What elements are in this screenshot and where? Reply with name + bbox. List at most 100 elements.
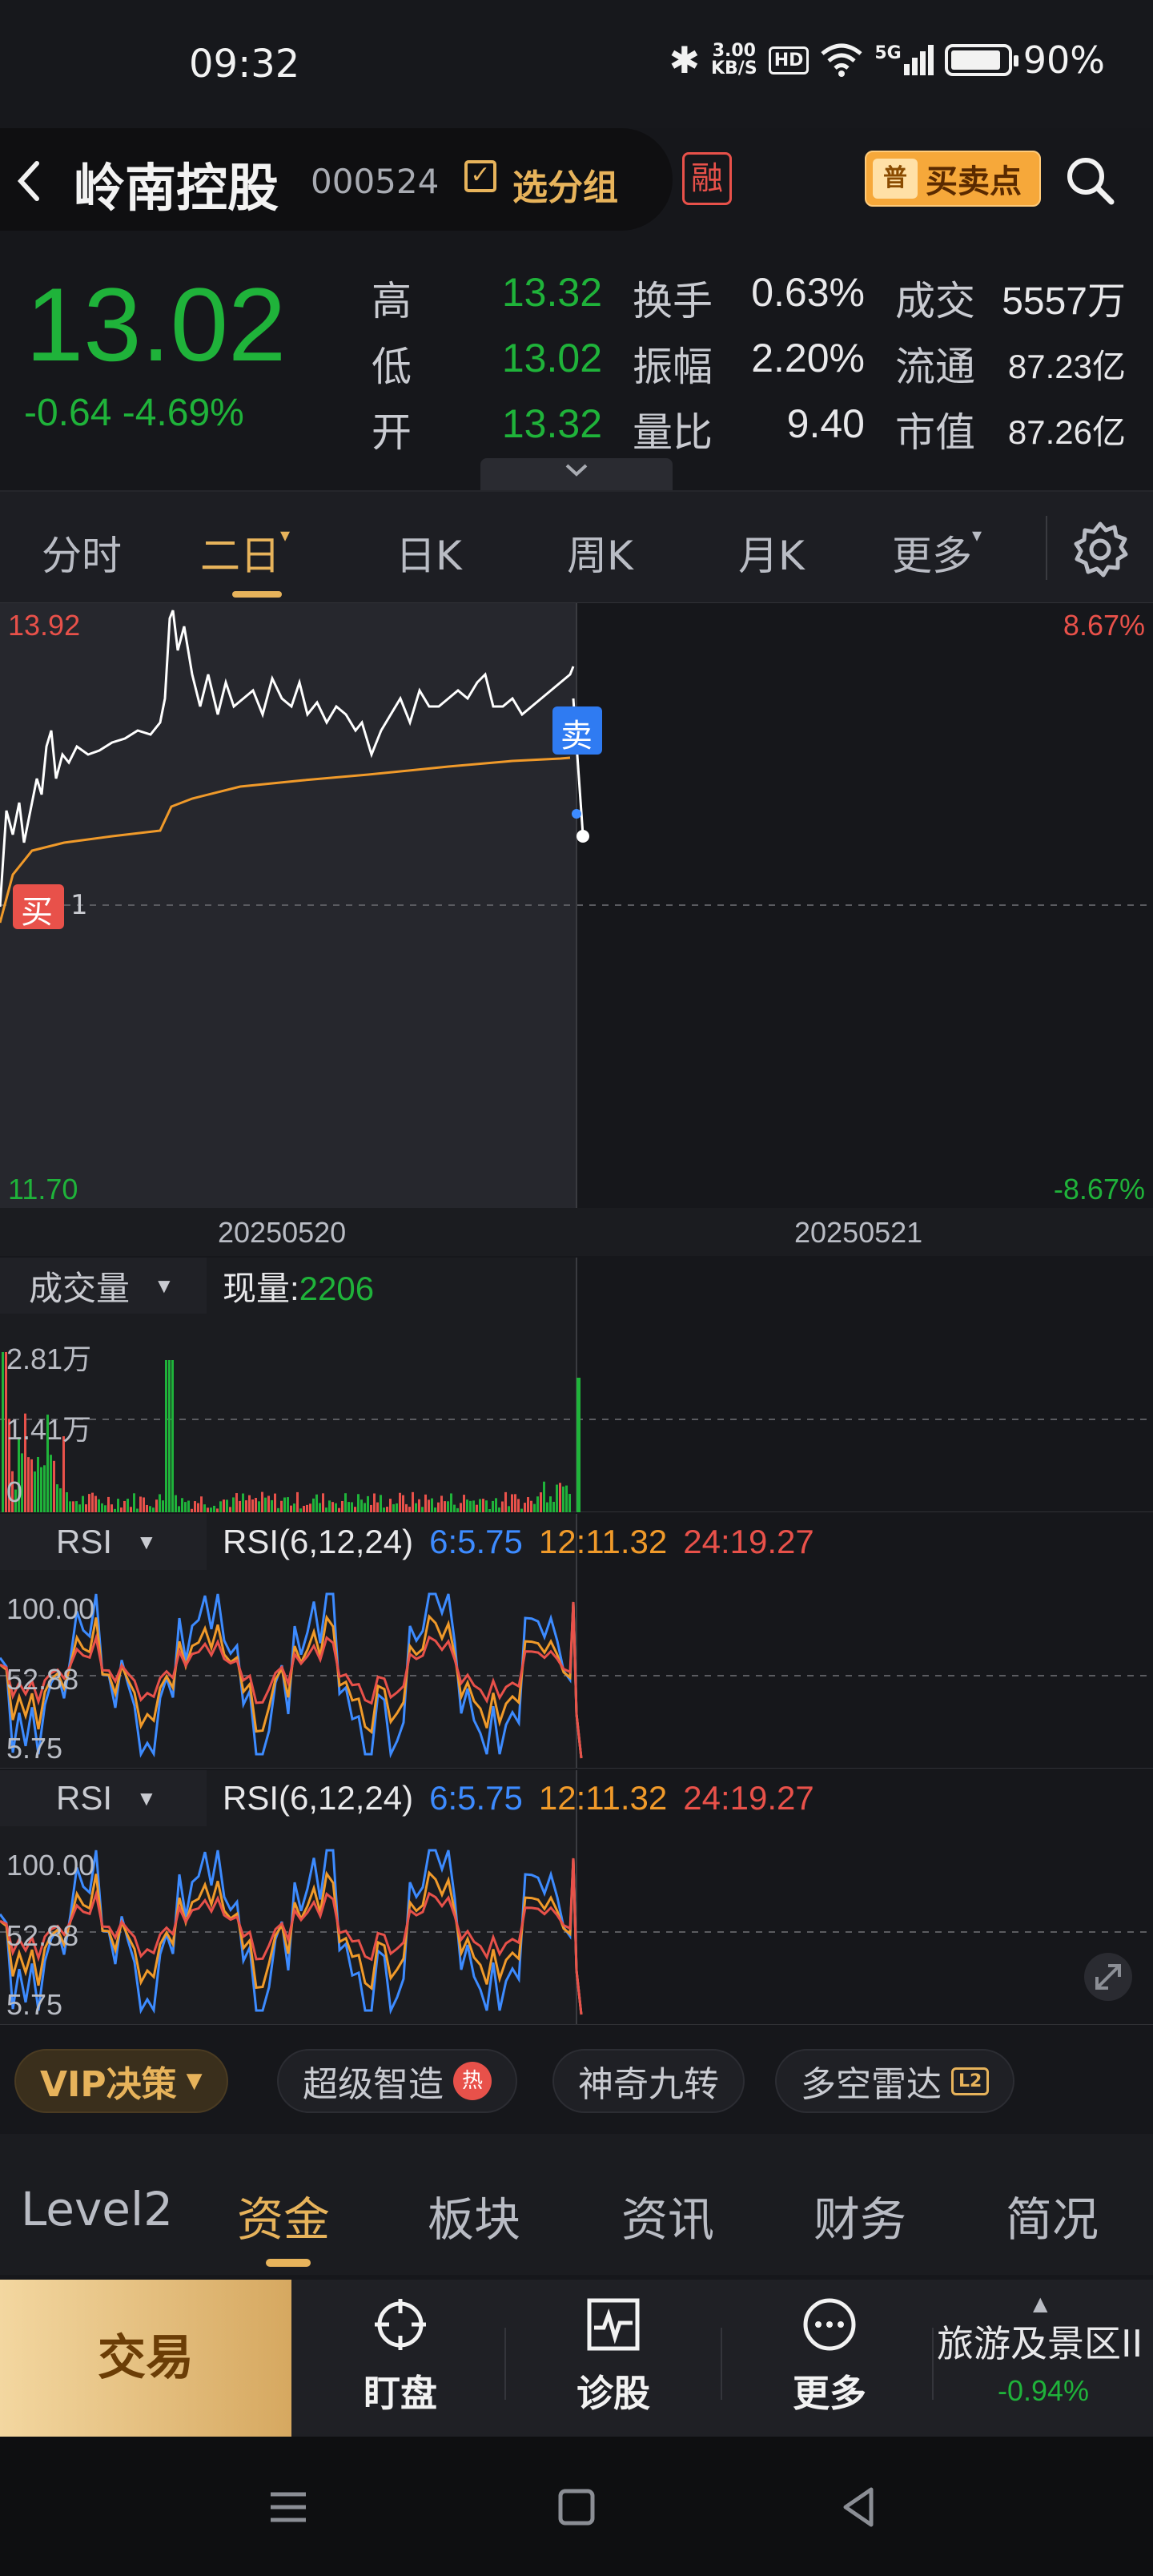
price-change: -0.64 -4.69% [24,392,244,434]
volume-bar [200,1496,203,1512]
gear-icon[interactable] [1070,519,1131,580]
hot-icon: 热 [453,2062,492,2100]
rsi-tick-mid: 52.88 [6,1919,79,1952]
buy-sell-points-button[interactable]: 普 买卖点 [865,151,1041,207]
rsi-panel-1[interactable]: RSI ▼ RSI(6,12,24) 6:5.75 12:11.32 24:19… [0,1514,1153,1769]
tab-sector[interactable]: 板块 [428,2182,520,2249]
tab-news[interactable]: 资讯 [621,2182,714,2249]
volume-bar [72,1501,74,1512]
more-button[interactable]: 更多 [733,2280,926,2437]
divider [721,2328,722,2400]
tab-daily-k[interactable]: 日K [396,524,462,582]
volume-bar [226,1499,228,1512]
tab-level2[interactable]: Level2 [21,2182,173,2236]
turnover-value: 0.63% [751,270,865,315]
tab-two-day[interactable]: 二日▾ [200,524,290,582]
volume-bar [27,1457,30,1512]
menu-icon[interactable] [264,2483,312,2531]
tab-active-indicator [266,2259,311,2267]
volume-bar [194,1501,196,1512]
volume-bar [107,1496,110,1512]
volume-bar [264,1497,267,1512]
tab-funds[interactable]: 资金 [237,2182,330,2249]
volume-bar [460,1503,462,1512]
volume-panel[interactable]: 成交量 ▼ 现量:2206 2.81万 1.41万 0 [0,1258,1153,1512]
triangle-down-icon: ▼ [154,1273,175,1298]
volume-bar [546,1502,548,1512]
volume-bar [235,1493,238,1512]
intraday-chart[interactable]: 13.92 11.70 8.67% -8.67% 买 1 卖 [0,602,1153,1208]
back-arrow-icon[interactable] [13,157,45,216]
tab-more[interactable]: 更多▾ [892,524,982,582]
volume-bar [245,1500,247,1512]
volume-bar [501,1501,504,1512]
volume-bar [527,1497,529,1512]
date-axis: 20250520 20250521 [0,1208,1153,1256]
action-bar: 交易 盯盘 诊股 更多 ▲ 旅游及景区II -0.94% [0,2280,1153,2437]
expand-quote-button[interactable] [480,458,673,490]
volume-bar [178,1506,180,1512]
volume-bar [370,1504,372,1512]
volume-bar [322,1493,324,1512]
vip-decision-button[interactable]: VIP决策 ▼ [14,2049,228,2113]
volume-bar [165,1360,167,1512]
rsi-title: RSI(6,12,24) [223,1779,414,1817]
super-smart-button[interactable]: 超级智造 热 [277,2049,517,2113]
tab-intraday[interactable]: 分时 [42,524,122,582]
volume-bar [466,1499,468,1512]
stock-header: 岭南控股 000524 ✓ 选分组 融 普 买卖点 [0,128,1153,240]
volume-bar [191,1508,193,1512]
volume-bar [267,1495,270,1512]
volume-bar [207,1507,209,1512]
volume-bar [136,1508,139,1512]
back-icon[interactable] [834,2483,882,2531]
volume-bar [232,1497,235,1512]
margin-trading-badge[interactable]: 融 [682,152,732,205]
volume-bar [533,1503,536,1512]
volume-bar [94,1495,97,1512]
tab-weekly-k[interactable]: 周K [567,524,633,582]
diagnose-button[interactable]: 诊股 [517,2280,709,2437]
volume-bar [386,1507,388,1512]
volume-bar [565,1485,568,1512]
volume-bar [299,1508,302,1512]
tab-profile[interactable]: 简况 [1006,2182,1099,2249]
search-icon[interactable] [1062,152,1118,208]
amplitude-label: 振幅 [633,344,713,390]
rsi-indicator-select[interactable]: RSI ▼ [0,1770,207,1826]
rsi-panel-2[interactable]: RSI ▼ RSI(6,12,24) 6:5.75 12:11.32 24:19… [0,1770,1153,2025]
rsi-indicator-select[interactable]: RSI ▼ [0,1514,207,1570]
volume-bar [389,1499,392,1512]
select-group-button[interactable]: 选分组 [512,159,618,210]
volume-bar [517,1499,520,1512]
current-volume: 现量:2206 [223,1269,375,1307]
volume-bar [335,1503,337,1512]
tab-finance[interactable]: 财务 [814,2182,906,2249]
rsi12-value: 12:11.32 [538,1779,668,1817]
volume-bar [514,1494,516,1512]
volume-bar [75,1501,78,1512]
status-icons: ✱ 3.00 KB/S HD 5G 90% [669,38,1105,82]
sector-name[interactable]: 旅游及景区II [937,2315,1143,2368]
checkbox-icon[interactable]: ✓ [464,160,496,192]
trade-button[interactable]: 交易 [0,2280,291,2437]
volume-bar [482,1499,484,1512]
market-cap-label: 市值 [895,409,975,456]
tools-row: VIP决策 ▼ 超级智造 热 神奇九转 多空雷达 L2 [0,2035,1153,2123]
volume-bar [59,1488,62,1512]
tab-monthly-k[interactable]: 月K [738,524,805,582]
triangle-down-icon: ▼ [136,1785,157,1810]
volume-bar [469,1500,472,1512]
open-value: 13.32 [501,401,602,446]
volume-bar [56,1484,58,1512]
home-icon[interactable] [552,2483,601,2531]
magic-nine-button[interactable]: 神奇九转 [552,2049,745,2113]
volume-indicator-select[interactable]: 成交量 ▼ [0,1258,207,1314]
watch-button[interactable]: 盯盘 [304,2280,496,2437]
volume-bar [78,1504,81,1512]
volume-bar [421,1507,424,1512]
volume-bar [123,1500,126,1512]
rsi-tick-min: 5.75 [6,1732,63,1765]
long-short-radar-button[interactable]: 多空雷达 L2 [775,2049,1015,2113]
volume-bar [283,1497,286,1512]
